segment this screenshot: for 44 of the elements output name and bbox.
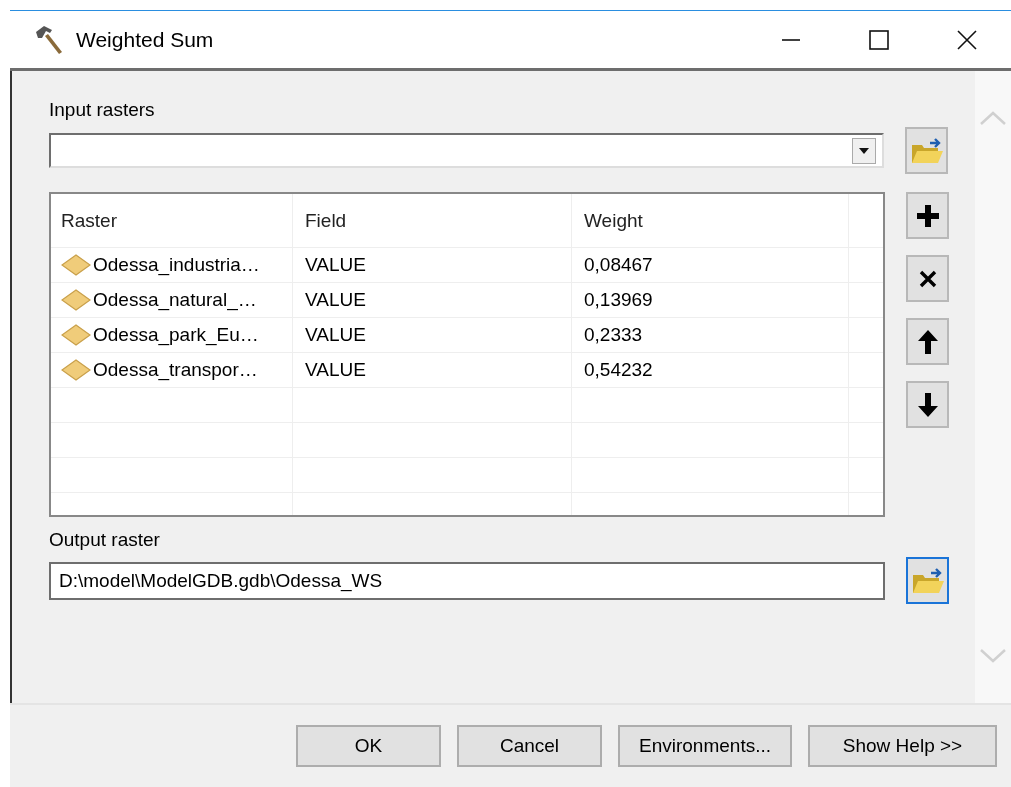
column-header[interactable]: Field — [293, 194, 572, 247]
table-cell: Odessa_park_Eu… — [93, 324, 259, 346]
table-cell: 0,2333 — [584, 324, 643, 346]
input-rasters-dropdown[interactable] — [49, 133, 884, 168]
table-cell: Odessa_industria… — [93, 254, 260, 276]
table-cell: VALUE — [305, 324, 366, 346]
raster-icon — [61, 289, 91, 311]
maximize-icon — [868, 28, 890, 51]
browse-button[interactable] — [906, 557, 949, 604]
table-cell: VALUE — [305, 289, 366, 311]
close-icon — [956, 28, 978, 51]
dialog-button[interactable]: Show Help >> — [808, 725, 997, 767]
scrollbar[interactable] — [975, 71, 1011, 703]
table-cell: Odessa_natural_… — [93, 289, 257, 311]
arrow-up-icon — [916, 328, 939, 355]
chevron-up-icon — [980, 111, 1006, 125]
table-cell: VALUE — [305, 359, 366, 381]
dialog-button[interactable]: OK — [296, 725, 441, 767]
dialog-button[interactable]: Cancel — [457, 725, 602, 767]
raster-icon — [61, 254, 91, 276]
add-button[interactable] — [906, 192, 949, 239]
output-raster-field[interactable]: D:\model\ModelGDB.gdb\Odessa_WS — [49, 561, 885, 600]
field-label: Input rasters — [49, 99, 156, 121]
dropdown-arrow-icon — [858, 146, 870, 155]
column-header[interactable]: Weight — [572, 194, 849, 247]
raster-icon — [61, 324, 91, 346]
table-cell: 0,08467 — [584, 254, 653, 276]
table-cell: 0,13969 — [584, 289, 653, 311]
down-button[interactable] — [906, 381, 949, 428]
field-label: Output raster — [49, 529, 161, 551]
table-cell: VALUE — [305, 254, 366, 276]
table-cell: 0,54232 — [584, 359, 653, 381]
table-cell: Odessa_transpor… — [93, 359, 258, 381]
remove-button[interactable] — [906, 255, 949, 302]
arrow-down-icon — [916, 391, 939, 418]
dialog-button[interactable]: Environments... — [618, 725, 792, 767]
window-title: Weighted Sum — [76, 27, 214, 52]
raster-icon — [61, 359, 91, 381]
chevron-down-icon — [980, 649, 1006, 663]
close-icon — [918, 269, 937, 288]
minimize-icon — [781, 38, 801, 41]
plus-icon — [915, 203, 940, 228]
up-button[interactable] — [906, 318, 949, 365]
column-header[interactable]: Raster — [51, 194, 293, 247]
